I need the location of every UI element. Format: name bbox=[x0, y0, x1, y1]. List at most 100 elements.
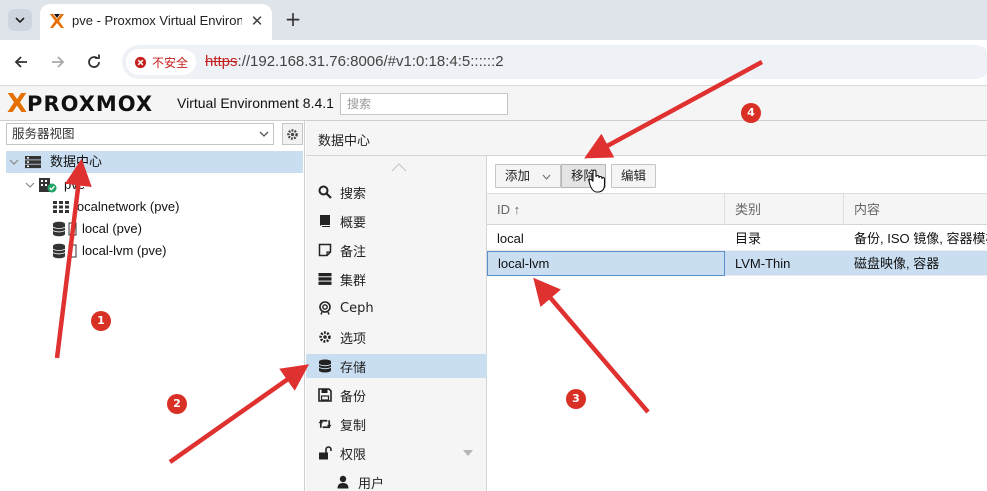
view-select[interactable]: 服务器视图 bbox=[6, 123, 274, 145]
storage-grid-header: ID ↑ 类别 内容 bbox=[487, 194, 987, 225]
page-title: 数据中心 bbox=[318, 134, 371, 149]
cell-type: 目录 bbox=[735, 231, 762, 246]
browser-toolbar: 不安全 https://192.168.31.76:8006/#v1:0:18:… bbox=[0, 40, 987, 86]
tree-node-label: local (pve) bbox=[82, 221, 142, 236]
edit-button[interactable]: 编辑 bbox=[611, 164, 657, 188]
tab-search-button[interactable] bbox=[8, 9, 32, 31]
annotation-badge-1: 1 bbox=[91, 311, 111, 331]
expand-caret-icon[interactable] bbox=[463, 450, 473, 456]
add-button[interactable]: 添加 bbox=[495, 164, 561, 188]
resource-tree-panel: 服务器视图 数据中心 pve localnetwork (pve) local … bbox=[0, 121, 305, 491]
cell-id: local-lvm bbox=[487, 251, 725, 276]
nav-item-users[interactable]: 用户 bbox=[306, 470, 487, 491]
edit-button-label: 编辑 bbox=[621, 168, 647, 183]
nav-item-notes[interactable]: 备注 bbox=[306, 238, 487, 262]
nav-item-options[interactable]: 选项 bbox=[306, 325, 487, 349]
database-icon bbox=[318, 359, 332, 373]
proxmox-logo[interactable]: X PROXMOX bbox=[7, 89, 154, 119]
tab-close-icon[interactable]: ✕ bbox=[248, 12, 266, 30]
new-tab-button[interactable]: + bbox=[282, 8, 304, 30]
search-input[interactable]: 搜索 bbox=[340, 93, 508, 115]
annotation-badge-4: 4 bbox=[741, 103, 761, 123]
note-icon bbox=[318, 243, 332, 257]
cell-id: local bbox=[497, 231, 524, 246]
chevron-up-icon[interactable] bbox=[391, 162, 407, 172]
remove-button[interactable]: 移除 bbox=[561, 164, 607, 188]
book-icon bbox=[318, 214, 332, 228]
cell-content: 磁盘映像, 容器 bbox=[854, 256, 940, 271]
nav-label: 备注 bbox=[340, 244, 367, 260]
nav-label: 存储 bbox=[340, 360, 367, 376]
browser-tabstrip: pve - Proxmox Virtual Environment ✕ + bbox=[0, 0, 987, 40]
column-header-type[interactable]: 类别 bbox=[725, 194, 844, 225]
logo-word: PROXMOX bbox=[27, 92, 154, 116]
collapse-icon bbox=[9, 159, 19, 165]
tree-node-pve[interactable]: pve bbox=[6, 174, 303, 196]
nav-item-ceph[interactable]: Ceph bbox=[306, 296, 487, 320]
nav-item-summary[interactable]: 概要 bbox=[306, 209, 487, 233]
address-bar[interactable]: 不安全 https://192.168.31.76:8006/#v1:0:18:… bbox=[122, 45, 987, 79]
user-icon bbox=[336, 475, 350, 489]
browser-tab-active[interactable]: pve - Proxmox Virtual Environment ✕ bbox=[40, 4, 272, 40]
forward-button[interactable] bbox=[48, 52, 68, 72]
remove-button-label: 移除 bbox=[571, 168, 597, 183]
storage-toolbar: 添加 移除 编辑 bbox=[487, 156, 987, 194]
chevron-down-icon bbox=[15, 17, 25, 24]
tree-node-datacenter[interactable]: 数据中心 bbox=[6, 151, 303, 173]
pve-header: X PROXMOX Virtual Environment 8.4.1 搜索 bbox=[0, 86, 987, 121]
nav-label: 概要 bbox=[340, 215, 367, 231]
add-button-label: 添加 bbox=[505, 168, 531, 183]
url-scheme: https bbox=[205, 53, 238, 70]
nav-item-storage[interactable]: 存储 bbox=[306, 354, 487, 378]
gear-icon bbox=[287, 128, 298, 140]
arrow-right-icon bbox=[52, 56, 65, 68]
server-icon bbox=[318, 272, 332, 286]
table-row[interactable]: local 目录 备份, ISO 镜像, 容器模板 bbox=[487, 226, 987, 251]
nav-item-cluster[interactable]: 集群 bbox=[306, 267, 487, 291]
collapse-icon bbox=[25, 182, 35, 188]
column-header-content[interactable]: 内容 bbox=[844, 194, 987, 225]
nav-label: 备份 bbox=[340, 389, 367, 405]
security-label: 不安全 bbox=[152, 55, 189, 70]
storage-panel: 添加 移除 编辑 ID ↑ 类别 内容 local 目录 备份, ISO 镜像,… bbox=[487, 156, 987, 491]
reload-icon bbox=[88, 54, 100, 68]
config-nav: 搜索 概要 备注 集群 Ceph 选项 存储 备份 复制 权限 用户 bbox=[306, 156, 487, 491]
storage-icon bbox=[52, 243, 77, 259]
search-icon bbox=[318, 185, 332, 199]
main-title-bar: 数据中心 bbox=[306, 121, 987, 156]
nav-label: 选项 bbox=[340, 331, 367, 347]
nav-label: 复制 bbox=[340, 418, 367, 434]
nav-item-backup[interactable]: 备份 bbox=[306, 383, 487, 407]
tree-settings-button[interactable] bbox=[282, 123, 303, 145]
nav-item-replication[interactable]: 复制 bbox=[306, 412, 487, 436]
nav-label: Ceph bbox=[340, 300, 374, 316]
tree-node-local-lvm[interactable]: local-lvm (pve) bbox=[6, 240, 303, 262]
product-version: Virtual Environment 8.4.1 bbox=[177, 95, 334, 111]
table-row-selected[interactable]: local-lvm LVM-Thin 磁盘映像, 容器 bbox=[487, 251, 987, 276]
cell-type: LVM-Thin bbox=[735, 256, 791, 271]
tree-node-label: local-lvm (pve) bbox=[82, 243, 167, 258]
arrow-left-icon bbox=[14, 56, 27, 68]
logo-x: X bbox=[7, 89, 28, 119]
tree-node-label: localnetwork (pve) bbox=[74, 199, 180, 214]
node-icon bbox=[39, 178, 57, 193]
ceph-icon bbox=[318, 301, 332, 315]
nav-item-search[interactable]: 搜索 bbox=[306, 180, 487, 204]
chevron-down-icon bbox=[542, 167, 551, 189]
nav-label: 权限 bbox=[340, 447, 367, 463]
proxmox-favicon-icon bbox=[50, 14, 64, 28]
datacenter-icon bbox=[25, 156, 41, 169]
retweet-icon bbox=[318, 417, 332, 431]
tree-node-localnetwork[interactable]: localnetwork (pve) bbox=[6, 196, 303, 218]
annotation-badge-2: 2 bbox=[167, 394, 187, 414]
reload-button[interactable] bbox=[84, 52, 104, 72]
network-icon bbox=[53, 201, 69, 213]
nav-item-permissions[interactable]: 权限 bbox=[306, 441, 487, 465]
tree-node-local[interactable]: local (pve) bbox=[6, 218, 303, 240]
back-button[interactable] bbox=[11, 52, 31, 72]
column-header-id[interactable]: ID ↑ bbox=[487, 194, 725, 225]
security-chip[interactable]: 不安全 bbox=[126, 49, 196, 75]
url-text[interactable]: https://192.168.31.76:8006/#v1:0:18:4:5:… bbox=[205, 53, 504, 70]
nav-label: 用户 bbox=[358, 476, 385, 491]
tab-title: pve - Proxmox Virtual Environment bbox=[72, 13, 242, 28]
